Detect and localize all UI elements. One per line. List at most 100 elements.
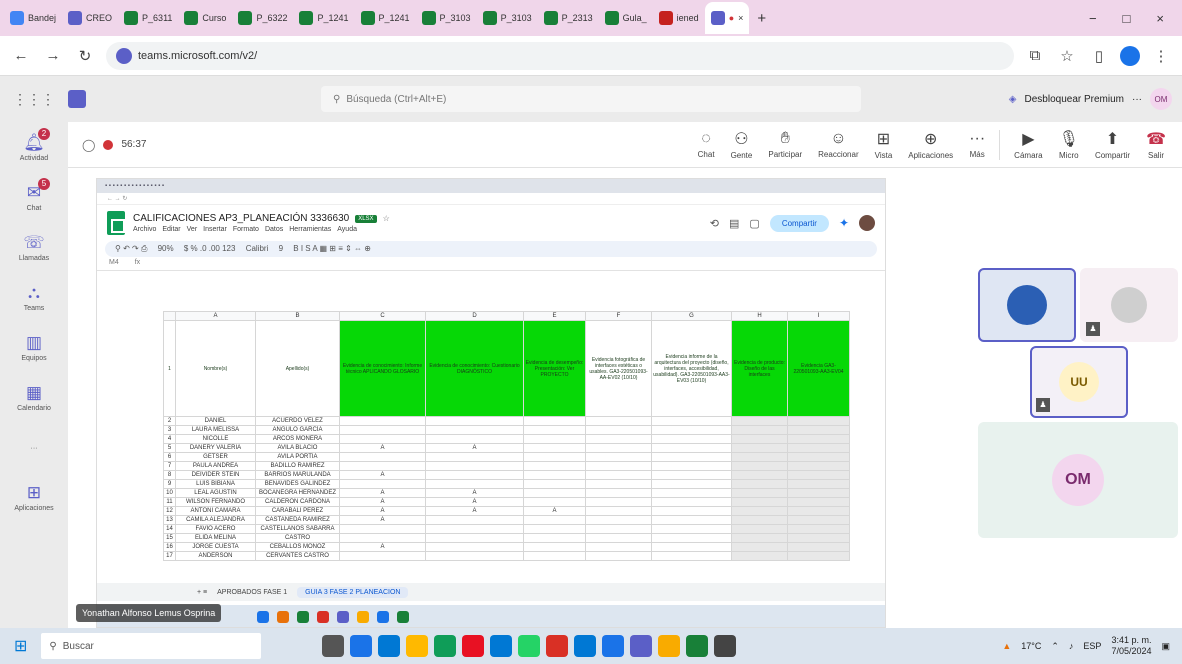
table-cell[interactable] bbox=[585, 461, 652, 471]
table-cell[interactable]: A bbox=[523, 506, 586, 516]
table-cell[interactable]: A bbox=[425, 443, 524, 453]
minimize-icon[interactable]: − bbox=[1089, 11, 1097, 26]
column-letter[interactable]: F bbox=[585, 311, 652, 321]
active-browser-tab[interactable]: ● × bbox=[704, 2, 750, 34]
sheet-title[interactable]: CALIFICACIONES AP3_PLANEACIÓN 3336630 bbox=[133, 213, 349, 224]
row-number[interactable]: 11 bbox=[163, 497, 176, 507]
corner-cell[interactable] bbox=[163, 311, 176, 321]
table-cell[interactable] bbox=[339, 434, 426, 444]
browser-tab[interactable]: P_2313 bbox=[538, 4, 599, 32]
table-cell[interactable] bbox=[651, 452, 732, 462]
premium-button[interactable]: Desbloquear Premium bbox=[1025, 94, 1125, 105]
url-field[interactable]: teams.microsoft.com/v2/ bbox=[106, 41, 1014, 70]
table-cell[interactable] bbox=[787, 461, 850, 471]
cell-reference[interactable]: M4 bbox=[109, 259, 119, 266]
table-cell[interactable] bbox=[787, 434, 850, 444]
browser-tab[interactable]: P_1241 bbox=[293, 4, 354, 32]
browser-tab[interactable]: P_3103 bbox=[416, 4, 477, 32]
column-letter[interactable]: A bbox=[175, 311, 256, 321]
column-letter[interactable]: D bbox=[425, 311, 524, 321]
table-cell[interactable] bbox=[787, 515, 850, 525]
table-cell[interactable] bbox=[651, 551, 732, 561]
table-cell[interactable] bbox=[731, 515, 788, 525]
table-cell[interactable] bbox=[651, 479, 732, 489]
table-cell[interactable] bbox=[731, 533, 788, 543]
row-number[interactable]: 16 bbox=[163, 542, 176, 552]
table-cell[interactable]: CASTRO bbox=[255, 533, 340, 543]
table-cell[interactable] bbox=[339, 524, 426, 534]
table-cell[interactable]: CASTELLANOS SABARRA bbox=[255, 524, 340, 534]
sheet-user-avatar[interactable] bbox=[859, 215, 875, 231]
table-cell[interactable] bbox=[651, 488, 732, 498]
table-cell[interactable] bbox=[339, 452, 426, 462]
table-cell[interactable] bbox=[651, 416, 732, 426]
table-cell[interactable]: LEAL AGUSTIN bbox=[175, 488, 256, 498]
table-cell[interactable] bbox=[787, 470, 850, 480]
row-number[interactable]: 4 bbox=[163, 434, 176, 444]
close-window-icon[interactable]: × bbox=[1156, 11, 1164, 26]
site-info-icon[interactable] bbox=[116, 47, 132, 64]
rail-item-3[interactable]: ⛬ Teams bbox=[0, 272, 68, 322]
row-number[interactable]: 5 bbox=[163, 443, 176, 453]
table-cell[interactable] bbox=[731, 470, 788, 480]
formula-bar[interactable]: M4 fx bbox=[97, 257, 885, 271]
row-number[interactable]: 6 bbox=[163, 452, 176, 462]
table-cell[interactable]: ANDERSON bbox=[175, 551, 256, 561]
table-cell[interactable] bbox=[585, 533, 652, 543]
row-number[interactable]: 2 bbox=[163, 416, 176, 426]
control-mic[interactable]: 🎙︎ Micro bbox=[1059, 129, 1079, 160]
table-cell[interactable] bbox=[731, 443, 788, 453]
volume-icon[interactable]: ♪ bbox=[1069, 641, 1074, 651]
table-cell[interactable] bbox=[731, 452, 788, 462]
table-cell[interactable]: LAURA MELISSA bbox=[175, 425, 256, 435]
search-menus-icon[interactable]: ⚲ bbox=[115, 244, 121, 253]
table-cell[interactable]: AVILA PORTIA bbox=[255, 452, 340, 462]
header-cell[interactable]: Evidencia GA3-220501093-AA3-EV04 bbox=[787, 320, 850, 417]
table-cell[interactable]: NICOLLE bbox=[175, 434, 256, 444]
language-indicator[interactable]: ESP bbox=[1083, 641, 1101, 651]
row-number[interactable]: 15 bbox=[163, 533, 176, 543]
header-cell[interactable]: Evidencia de desempeño: Presentación: Ve… bbox=[523, 320, 586, 417]
table-cell[interactable]: CEBALLOS MOÑOZ bbox=[255, 542, 340, 552]
cast-icon[interactable]: ⧉ bbox=[1024, 47, 1046, 64]
table-cell[interactable]: A bbox=[425, 488, 524, 498]
table-cell[interactable] bbox=[585, 434, 652, 444]
browser-tab[interactable]: Gula_ bbox=[599, 4, 653, 32]
participant-tile-video[interactable] bbox=[978, 268, 1076, 342]
gemini-icon[interactable]: ✦ bbox=[839, 216, 849, 230]
print-icon[interactable]: ⎙ bbox=[141, 244, 147, 253]
taskbar-app-icon[interactable] bbox=[714, 635, 737, 657]
taskbar-app-icon[interactable] bbox=[378, 635, 401, 657]
column-letter[interactable]: H bbox=[731, 311, 788, 321]
table-cell[interactable] bbox=[425, 425, 524, 435]
table-cell[interactable]: BARRIOS MARULANDA bbox=[255, 470, 340, 480]
table-cell[interactable] bbox=[731, 488, 788, 498]
table-cell[interactable] bbox=[425, 533, 524, 543]
row-number[interactable]: 1 bbox=[163, 320, 176, 417]
rail-item-7[interactable]: ⊞ Aplicaciones bbox=[0, 472, 68, 522]
table-cell[interactable] bbox=[731, 434, 788, 444]
table-cell[interactable] bbox=[585, 515, 652, 525]
header-cell[interactable]: Evidencia de conocimiento: Informe técni… bbox=[339, 320, 426, 417]
spreadsheet-grid[interactable]: A B C D E F G H I 1 Nombre(s) Apellido(s) Evidencia … bbox=[163, 311, 850, 561]
browser-tab[interactable]: P_6311 bbox=[118, 4, 178, 32]
column-letter[interactable]: E bbox=[523, 311, 586, 321]
table-cell[interactable] bbox=[651, 425, 732, 435]
header-cell[interactable]: Nombre(s) bbox=[175, 320, 256, 417]
table-cell[interactable]: BENAVIDES GALINDEZ bbox=[255, 479, 340, 489]
table-cell[interactable] bbox=[651, 524, 732, 534]
rail-item-1[interactable]: ✉ Chat 5 bbox=[0, 172, 68, 222]
header-cell[interactable]: Apellido(s) bbox=[255, 320, 340, 417]
table-cell[interactable] bbox=[523, 542, 586, 552]
currency-icon[interactable]: $ % .0 .00 123 bbox=[184, 244, 236, 253]
table-cell[interactable]: CASTAÑEDA RAMIREZ bbox=[255, 515, 340, 525]
maximize-icon[interactable]: □ bbox=[1123, 11, 1131, 26]
undo-icon[interactable]: ↶ bbox=[123, 244, 130, 253]
table-cell[interactable] bbox=[651, 434, 732, 444]
sheet-menu-item[interactable]: Editar bbox=[162, 226, 180, 233]
table-cell[interactable] bbox=[523, 551, 586, 561]
row-number[interactable]: 8 bbox=[163, 470, 176, 480]
table-cell[interactable] bbox=[585, 479, 652, 489]
comment-icon[interactable]: ▤ bbox=[729, 217, 739, 230]
table-cell[interactable] bbox=[787, 443, 850, 453]
